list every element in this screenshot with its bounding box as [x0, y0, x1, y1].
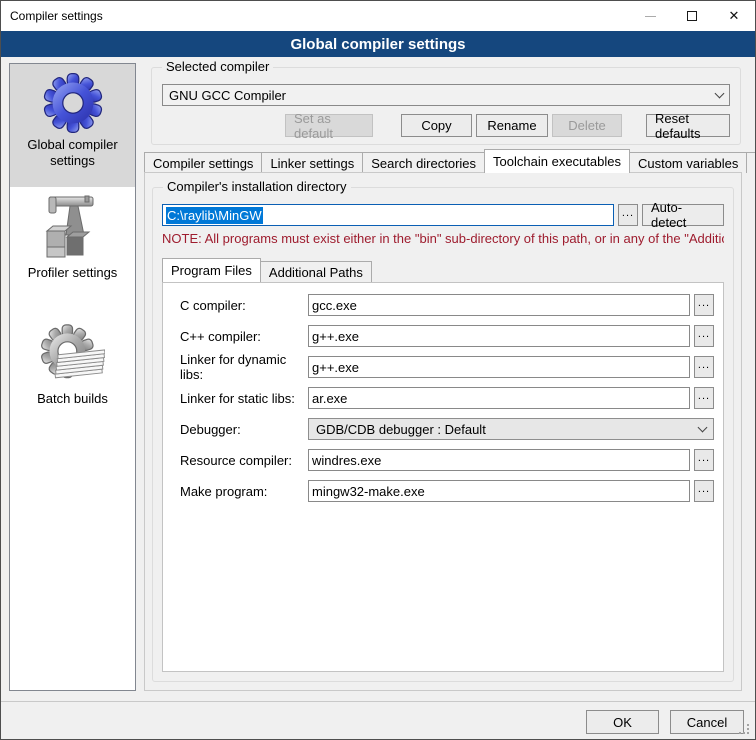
tab-program-files[interactable]: Program Files	[162, 258, 261, 282]
auto-detect-button[interactable]: Auto-detect	[642, 204, 724, 226]
static-linker-row: Linker for static libs: ar.exe ...	[180, 387, 714, 409]
tab-search-directories[interactable]: Search directories	[362, 152, 485, 173]
gear-icon	[41, 71, 105, 135]
reset-defaults-button[interactable]: Reset defaults	[646, 114, 730, 137]
ellipsis-icon: ...	[698, 483, 710, 495]
tab-toolchain-executables[interactable]: Toolchain executables	[484, 149, 630, 173]
ellipsis-icon: ...	[698, 390, 710, 402]
set-as-default-button: Set as default	[285, 114, 373, 137]
tab-compiler-settings[interactable]: Compiler settings	[144, 152, 262, 173]
resource-compiler-input[interactable]: windres.exe	[308, 449, 690, 471]
minimize-icon	[645, 16, 656, 17]
dynamic-linker-browse-button[interactable]: ...	[694, 356, 714, 378]
chevron-down-icon	[698, 422, 708, 432]
group-label: Selected compiler	[162, 59, 273, 74]
maximize-button[interactable]	[671, 1, 713, 31]
program-files-panel: C compiler: gcc.exe ... C++ compiler: g+…	[162, 282, 724, 672]
ok-button[interactable]: OK	[586, 710, 659, 734]
dynamic-linker-input[interactable]: g++.exe	[308, 356, 690, 378]
dynamic-linker-row: Linker for dynamic libs: g++.exe ...	[180, 356, 714, 378]
field-label: C compiler:	[180, 298, 308, 313]
cpp-compiler-input[interactable]: g++.exe	[308, 325, 690, 347]
sidebar-item-global-compiler-settings[interactable]: Global compiler settings	[10, 64, 135, 187]
static-linker-browse-button[interactable]: ...	[694, 387, 714, 409]
make-program-input[interactable]: mingw32-make.exe	[308, 480, 690, 502]
directory-browse-button[interactable]: ...	[618, 204, 638, 226]
titlebar: Compiler settings ✕	[1, 1, 755, 31]
sidebar-item-batch-builds[interactable]: Batch builds	[10, 313, 135, 413]
sidebar-item-label: Batch builds	[33, 389, 112, 413]
ellipsis-icon: ...	[698, 452, 710, 464]
resource-compiler-row: Resource compiler: windres.exe ...	[180, 449, 714, 471]
note-text: NOTE: All programs must exist either in …	[162, 231, 724, 246]
sidebar-item-label: Global compiler settings	[23, 135, 121, 175]
chevron-down-icon	[715, 88, 725, 98]
compiler-select-value: GNU GCC Compiler	[169, 88, 286, 103]
program-files-tabstrip: Program Files Additional Paths	[162, 258, 724, 282]
resource-compiler-browse-button[interactable]: ...	[694, 449, 714, 471]
field-label: Debugger:	[180, 422, 308, 437]
static-linker-input[interactable]: ar.exe	[308, 387, 690, 409]
ellipsis-icon: ...	[698, 359, 710, 371]
installation-directory-group: Compiler's installation directory C:\ray…	[152, 187, 734, 682]
c-compiler-row: C compiler: gcc.exe ...	[180, 294, 714, 316]
page-title: Global compiler settings	[1, 31, 755, 57]
field-label: Linker for static libs:	[180, 391, 308, 406]
tab-build-options[interactable]: Build	[746, 152, 756, 173]
cancel-button[interactable]: Cancel	[670, 710, 744, 734]
installation-directory-input[interactable]: C:\raylib\MinGW	[162, 204, 614, 226]
copy-button[interactable]: Copy	[401, 114, 472, 137]
tab-linker-settings[interactable]: Linker settings	[261, 152, 363, 173]
tab-additional-paths[interactable]: Additional Paths	[260, 261, 372, 282]
compiler-actions: Set as default Copy Rename Delete Reset …	[162, 114, 730, 137]
maximize-icon	[687, 11, 697, 21]
batch-builds-icon	[41, 321, 105, 389]
installation-directory-row: C:\raylib\MinGW ... Auto-detect	[162, 204, 724, 226]
selected-text: C:\raylib\MinGW	[166, 207, 263, 224]
minimize-button	[629, 1, 671, 31]
debugger-select[interactable]: GDB/CDB debugger : Default	[308, 418, 714, 440]
window-title: Compiler settings	[10, 9, 103, 23]
ellipsis-icon: ...	[698, 328, 710, 340]
debugger-select-value: GDB/CDB debugger : Default	[316, 422, 486, 437]
compiler-select[interactable]: GNU GCC Compiler	[162, 84, 730, 106]
settings-tabstrip: Compiler settings Linker settings Search…	[144, 149, 742, 173]
sidebar: Global compiler settings	[9, 63, 136, 691]
make-program-browse-button[interactable]: ...	[694, 480, 714, 502]
ellipsis-icon: ...	[622, 207, 634, 219]
debugger-row: Debugger: GDB/CDB debugger : Default	[180, 418, 714, 440]
ellipsis-icon: ...	[698, 297, 710, 309]
compiler-settings-dialog: Compiler settings ✕ Global compiler sett…	[0, 0, 756, 740]
toolchain-executables-page: Compiler's installation directory C:\ray…	[144, 172, 742, 691]
field-label: Resource compiler:	[180, 453, 308, 468]
rename-button[interactable]: Rename	[476, 114, 548, 137]
close-button[interactable]: ✕	[713, 1, 755, 31]
delete-button: Delete	[552, 114, 622, 137]
cpp-compiler-row: C++ compiler: g++.exe ...	[180, 325, 714, 347]
group-label: Compiler's installation directory	[163, 179, 351, 194]
window-controls: ✕	[629, 1, 755, 31]
c-compiler-browse-button[interactable]: ...	[694, 294, 714, 316]
cpp-compiler-browse-button[interactable]: ...	[694, 325, 714, 347]
footer-separator	[1, 701, 755, 702]
selected-compiler-group: Selected compiler GNU GCC Compiler Set a…	[151, 67, 741, 145]
sidebar-item-label: Profiler settings	[24, 263, 122, 287]
tab-custom-variables[interactable]: Custom variables	[629, 152, 747, 173]
field-label: Make program:	[180, 484, 308, 499]
sidebar-item-profiler-settings[interactable]: Profiler settings	[10, 187, 135, 287]
field-label: Linker for dynamic libs:	[180, 352, 308, 382]
make-program-row: Make program: mingw32-make.exe ...	[180, 480, 714, 502]
close-icon: ✕	[729, 8, 740, 24]
field-label: C++ compiler:	[180, 329, 308, 344]
c-compiler-input[interactable]: gcc.exe	[308, 294, 690, 316]
caliper-icon	[41, 195, 105, 263]
resize-grip[interactable]	[739, 724, 741, 726]
